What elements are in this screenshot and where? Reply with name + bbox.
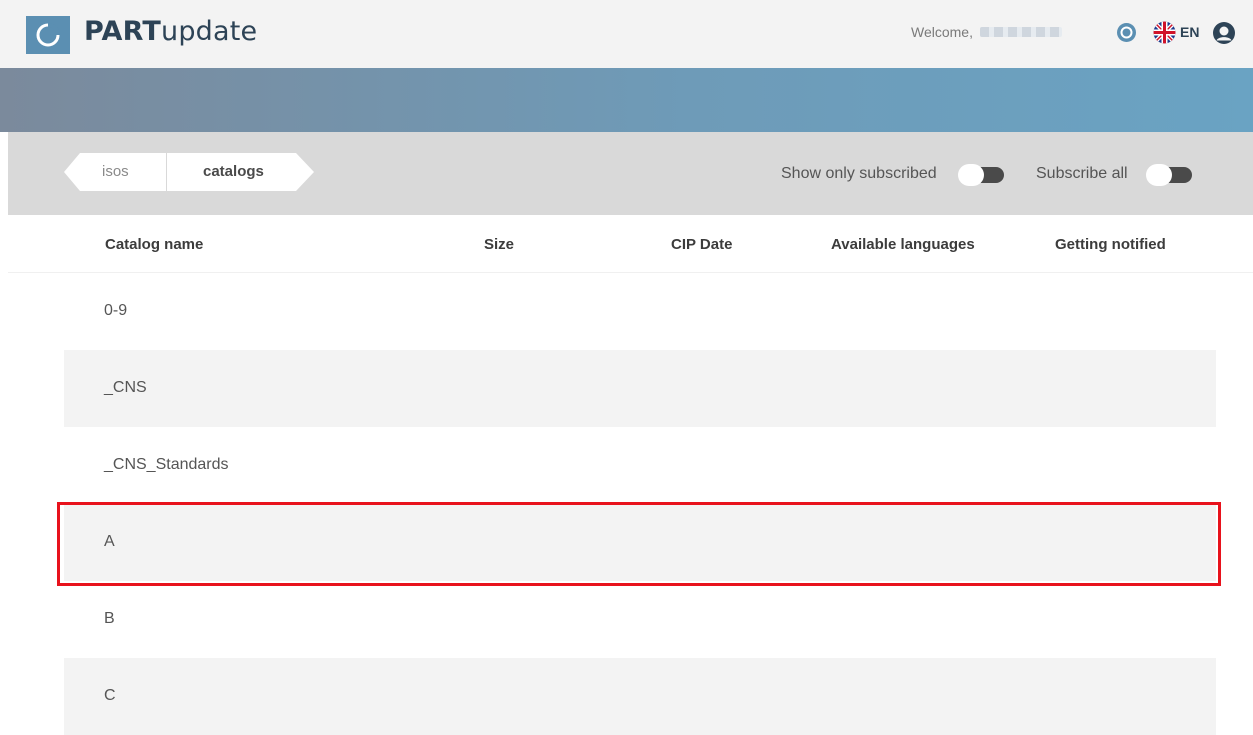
toggle-knob	[958, 164, 984, 186]
user-name-redacted	[980, 27, 1062, 37]
column-header-catalog-name[interactable]: Catalog name	[105, 236, 203, 253]
uk-flag-icon[interactable]	[1153, 21, 1176, 44]
row-highlight-box	[57, 502, 1221, 586]
column-header-size[interactable]: Size	[484, 236, 514, 253]
table-row[interactable]: _CNS	[64, 350, 1216, 427]
show-only-subscribed-toggle[interactable]	[958, 164, 1004, 186]
breadcrumb-isos[interactable]: isos	[64, 153, 166, 191]
catalog-name-cell: _CNS_Standards	[104, 456, 229, 473]
catalog-name-cell: 0-9	[104, 302, 128, 319]
subscribe-all-toggle[interactable]	[1146, 164, 1192, 186]
user-icon[interactable]	[1212, 21, 1236, 45]
toggle-knob	[1146, 164, 1172, 186]
welcome-text: Welcome,	[911, 24, 973, 40]
column-header-cip-date[interactable]: CIP Date	[671, 236, 732, 253]
table-row[interactable]: _CNS_Standards	[64, 427, 1216, 504]
column-header-getting-notified[interactable]: Getting notified	[1055, 236, 1166, 253]
brand-bold: PART	[84, 16, 162, 47]
app-title[interactable]: PARTupdate	[84, 16, 257, 47]
support-icon[interactable]	[1116, 22, 1137, 43]
hero-banner	[0, 68, 1253, 132]
breadcrumb-catalogs[interactable]: catalogs	[166, 153, 314, 191]
show-only-subscribed-label: Show only subscribed	[781, 165, 937, 182]
table-row[interactable]: 0-9	[64, 273, 1216, 350]
catalog-name-cell: _CNS	[104, 379, 147, 396]
subscribe-all-label: Subscribe all	[1036, 165, 1128, 182]
brand-rest: update	[161, 16, 258, 47]
column-header-available-languages[interactable]: Available languages	[831, 236, 975, 253]
logo-icon[interactable]	[26, 16, 70, 54]
catalog-name-cell: C	[104, 687, 116, 704]
table-row[interactable]: B	[64, 581, 1216, 658]
table-row[interactable]: C	[64, 658, 1216, 735]
language-selector[interactable]: EN	[1180, 24, 1199, 40]
catalog-name-cell: B	[104, 610, 115, 627]
